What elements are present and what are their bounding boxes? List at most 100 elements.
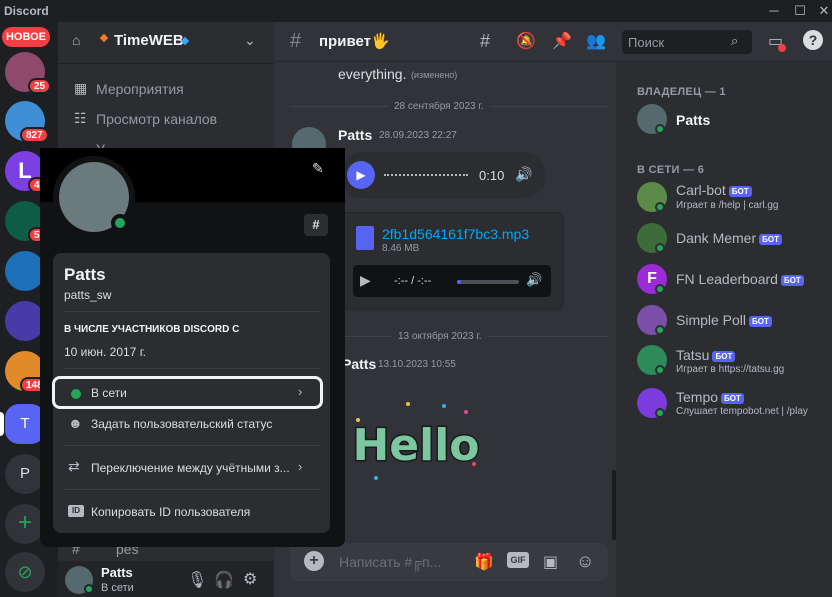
member-name[interactable]: Dank Memer БОТ: [676, 230, 782, 246]
online-status-dot: [111, 214, 129, 232]
microphone-icon[interactable]: 🎙: [187, 570, 207, 590]
audio-progress[interactable]: [457, 280, 519, 284]
close-icon[interactable]: ✕: [812, 1, 832, 21]
app-brand: Discord: [4, 4, 49, 18]
user-name[interactable]: Patts: [101, 565, 133, 580]
member-owner-name[interactable]: Patts: [676, 112, 710, 128]
chevron-right-icon: ›: [298, 384, 303, 399]
pin-icon[interactable]: 📌: [552, 31, 572, 51]
browse-icon: ☷: [74, 110, 87, 126]
bot-tag: БОТ: [712, 350, 736, 362]
switch-accounts-item[interactable]: Переключение между учётными з...: [91, 461, 290, 475]
message-author[interactable]: Patts: [342, 356, 376, 372]
settings-gear-icon[interactable]: ⚙: [243, 569, 257, 589]
online-status-dot: [655, 325, 665, 335]
sticker-graphic: Hello: [351, 402, 481, 480]
online-status-dot: [655, 284, 665, 294]
voice-duration: 0:10: [479, 168, 505, 183]
sticker-text: Hello: [352, 420, 479, 471]
input-placeholder: Написать #╔п...: [339, 554, 442, 570]
mute-bell-icon[interactable]: 🔕: [516, 31, 536, 51]
volume-icon[interactable]: 🔊: [515, 166, 532, 183]
emoji-icon[interactable]: ☺: [576, 551, 594, 572]
online-header: В СЕТИ — 6: [637, 164, 705, 176]
message-timestamp: 13.10.2023 10:55: [378, 359, 456, 370]
channel-events[interactable]: Мероприятия: [96, 81, 184, 97]
chevron-right-icon: ›: [298, 459, 303, 474]
minimize-icon[interactable]: ─: [762, 1, 786, 21]
edited-tag: (изменено): [411, 70, 458, 80]
member-name[interactable]: Tempo БОТ: [676, 389, 744, 405]
divider: [64, 311, 320, 312]
volume-icon[interactable]: 🔊: [526, 272, 542, 288]
members-icon[interactable]: 👥: [586, 31, 606, 51]
add-server-icon[interactable]: +: [5, 504, 45, 544]
search-placeholder: Поиск: [628, 35, 665, 50]
file-icon: [356, 226, 374, 250]
active-server-pill: [0, 412, 4, 436]
chevron-down-icon[interactable]: ⌄: [244, 32, 256, 49]
online-status-dot: [655, 243, 665, 253]
gif-button[interactable]: GIF: [507, 552, 529, 568]
discover-icon[interactable]: ⊘: [5, 552, 45, 592]
online-status-dot: [655, 408, 665, 418]
gift-icon[interactable]: 🎁: [474, 552, 494, 572]
headphones-icon[interactable]: 🎧: [214, 570, 234, 590]
audio-progress-fill: [457, 280, 461, 284]
edit-pencil-icon[interactable]: ✎: [312, 160, 324, 177]
notification-dot: [778, 44, 786, 52]
divider: [64, 489, 320, 490]
message-text: everything.: [338, 66, 407, 82]
sticker-icon[interactable]: ▣: [543, 552, 558, 572]
server-name: TimeWEB: [114, 32, 184, 49]
server-icon-t[interactable]: T: [5, 404, 45, 444]
profile-name: Patts: [64, 265, 106, 284]
date-divider: 28 сентября 2023 г.: [388, 101, 490, 112]
play-icon[interactable]: ▶: [360, 272, 371, 289]
member-activity: Играет в https://tatsu.gg: [676, 364, 785, 375]
member-name[interactable]: Tatsu БОТ: [676, 347, 736, 363]
home-icon: ⌂: [72, 32, 81, 48]
user-status: В сети: [101, 582, 134, 594]
channel-browse[interactable]: Просмотр каналов: [96, 111, 217, 127]
channel-title: привет🖐: [319, 33, 390, 50]
status-label: В сети: [91, 386, 127, 400]
search-icon: ⌕: [731, 33, 739, 48]
copy-id-item[interactable]: Копировать ID пользователя: [91, 505, 250, 519]
member-name[interactable]: Simple Poll БОТ: [676, 312, 772, 328]
divider: [64, 368, 320, 369]
message-timestamp: 28.09.2023 22:27: [379, 130, 457, 141]
server-icon[interactable]: [5, 301, 45, 341]
owner-header: ВЛАДЕЛЕЦ — 1: [637, 86, 726, 98]
calendar-icon: ▦: [74, 80, 88, 96]
message-input[interactable]: [290, 543, 608, 581]
online-status-dot: [84, 584, 94, 594]
online-status-dot: [655, 202, 665, 212]
profile-username: patts_sw: [64, 288, 112, 302]
member-since-date: 10 июн. 2017 г.: [64, 345, 146, 359]
hashtag-badge-icon[interactable]: #: [304, 214, 328, 236]
online-status-dot: [655, 365, 665, 375]
threads-icon[interactable]: #: [480, 31, 490, 52]
hello-sticker[interactable]: Hello: [346, 398, 486, 484]
hash-icon: #: [290, 30, 302, 52]
custom-status-item[interactable]: Задать пользовательский статус: [91, 417, 272, 431]
server-icon[interactable]: [5, 251, 45, 291]
member-name[interactable]: FN Leaderboard БОТ: [676, 271, 804, 287]
member-name[interactable]: Carl-bot БОТ: [676, 182, 752, 198]
new-badge[interactable]: НОВОЕ: [2, 27, 50, 47]
play-icon[interactable]: ▶: [347, 161, 375, 189]
message-author[interactable]: Patts: [338, 127, 372, 143]
title-bar: [0, 0, 832, 22]
maximize-icon[interactable]: ☐: [788, 1, 812, 21]
bot-tag: БОТ: [759, 233, 782, 245]
attach-plus-icon[interactable]: +: [304, 551, 324, 571]
file-link[interactable]: 2fb1d564161f7bc3.mp3: [382, 226, 529, 242]
help-icon[interactable]: ?: [803, 30, 823, 50]
online-status-dot: [655, 124, 665, 134]
bot-tag: БОТ: [749, 315, 772, 327]
id-icon: ID: [68, 505, 84, 517]
member-since-label: В ЧИСЛЕ УЧАСТНИКОВ DISCORD С: [64, 324, 240, 335]
member-activity: Играет в /help | carl.gg: [676, 200, 779, 211]
server-icon-p[interactable]: P: [5, 454, 45, 494]
